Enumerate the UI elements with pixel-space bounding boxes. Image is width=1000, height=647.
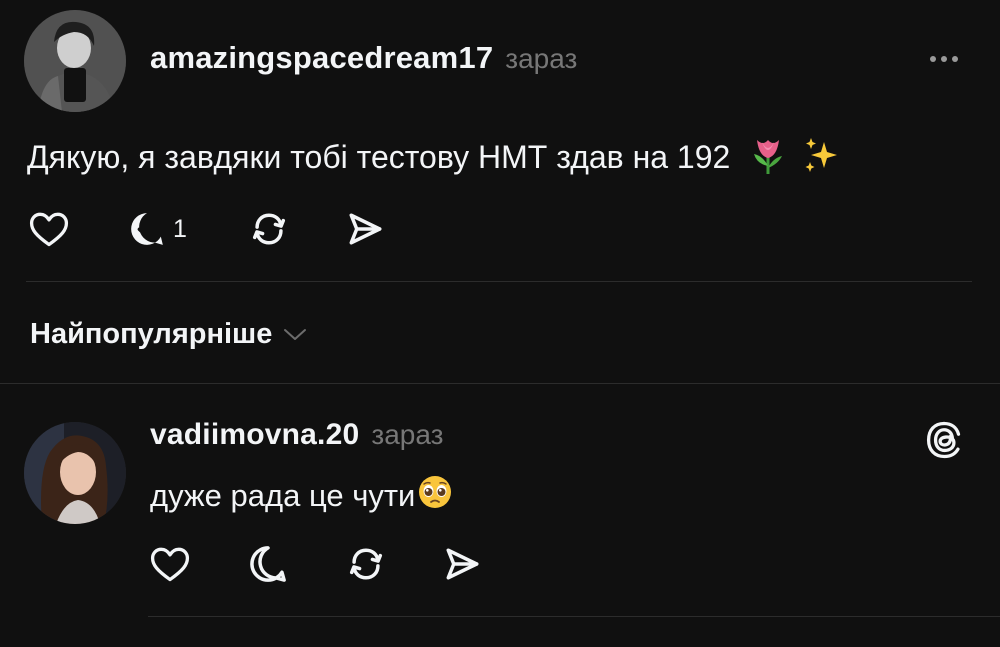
repost-icon xyxy=(252,213,286,245)
reply-author-username[interactable]: vadiimovna.20 xyxy=(150,418,359,452)
post-body: Дякую, я завдяки тобі тестову НМТ здав н… xyxy=(27,136,842,182)
post-header: amazingspacedream17 зараз xyxy=(150,40,577,80)
more-options-icon[interactable] xyxy=(924,44,964,74)
sort-label: Найпопулярніше xyxy=(30,317,273,350)
threads-logo-icon[interactable] xyxy=(922,418,966,462)
share-button[interactable] xyxy=(343,207,403,251)
reply-comment-button[interactable] xyxy=(246,542,344,586)
sort-divider xyxy=(0,383,1000,384)
reply-author-avatar[interactable] xyxy=(24,422,126,524)
author-avatar[interactable] xyxy=(24,10,126,112)
sparkles-emoji xyxy=(802,136,842,182)
author-username[interactable]: amazingspacedream17 xyxy=(150,40,493,76)
threads-thread-view: amazingspacedream17 зараз Дякую, я завдя… xyxy=(0,0,1000,647)
post: amazingspacedream17 зараз Дякую, я завдя… xyxy=(0,0,1000,282)
post-timestamp: зараз xyxy=(505,43,578,74)
reply-share-button[interactable] xyxy=(440,542,500,586)
like-button[interactable] xyxy=(27,207,127,251)
comment-icon xyxy=(250,546,286,582)
send-icon xyxy=(446,548,479,580)
reply-body: дуже рада це чути xyxy=(150,474,453,518)
reply-divider xyxy=(148,616,1000,617)
chevron-down-icon xyxy=(284,329,307,340)
reply-check-icon xyxy=(131,213,163,245)
post-divider xyxy=(26,281,972,282)
heart-icon xyxy=(150,547,190,582)
reply-count: 1 xyxy=(173,214,187,243)
reply-text: дуже рада це чути xyxy=(150,478,416,513)
reply-timestamp: зараз xyxy=(371,419,444,450)
pleading-face-emoji xyxy=(417,474,453,518)
reply-header: vadiimovna.20 зараз xyxy=(150,418,443,458)
reply-button[interactable]: 1 xyxy=(127,209,247,249)
post-actions: 1 xyxy=(27,205,403,253)
reply-repost-button[interactable] xyxy=(344,542,440,586)
heart-icon xyxy=(29,212,69,247)
repost-icon xyxy=(349,548,383,580)
reply-actions xyxy=(148,540,500,588)
tulip-emoji xyxy=(751,136,785,182)
repost-button[interactable] xyxy=(247,207,343,251)
reply-like-button[interactable] xyxy=(148,542,246,586)
sort-selector[interactable]: Найпопулярніше xyxy=(30,314,308,354)
post-text: Дякую, я завдяки тобі тестову НМТ здав н… xyxy=(27,139,731,175)
send-icon xyxy=(349,213,382,245)
